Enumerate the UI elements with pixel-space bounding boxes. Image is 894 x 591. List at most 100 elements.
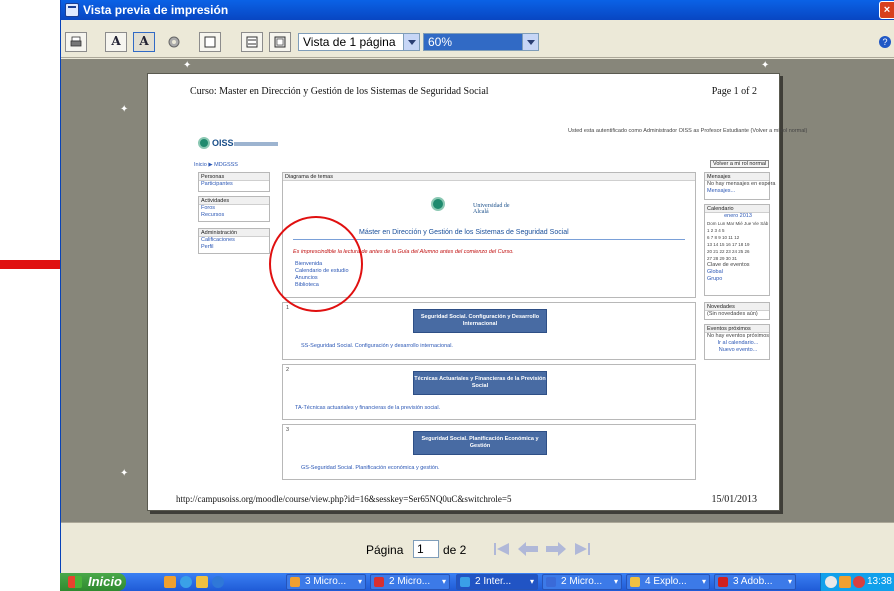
block-novedades: Novedades (Sin novedades aún) — [704, 302, 770, 320]
section-link[interactable]: TA-Técnicas actuariales y financieras de… — [295, 405, 440, 411]
section-number: 3 — [286, 427, 290, 433]
upcoming-link[interactable]: Ir al calendario... — [705, 340, 769, 347]
page-setup-button[interactable] — [163, 32, 185, 52]
chevron-down-icon: ▾ — [441, 577, 446, 586]
powerpoint-icon — [374, 577, 384, 587]
upcoming-link[interactable]: Nuevo evento... — [705, 347, 769, 354]
close-button[interactable]: × — [879, 1, 894, 19]
messenger-icon — [290, 577, 300, 587]
page-number-input[interactable]: 1 — [413, 540, 439, 558]
portrait-icon: A — [111, 34, 121, 48]
security-icon[interactable] — [839, 576, 851, 588]
block-link[interactable]: Foros — [199, 205, 269, 212]
breadcrumb[interactable]: Inicio ▶ MDGSSS — [194, 162, 238, 168]
right-margin-handle[interactable]: ✦ — [761, 61, 769, 71]
block-personas: Personas Participantes — [198, 172, 270, 192]
next-page-icon[interactable] — [545, 541, 567, 557]
block-calendario: Calendario enero 2013 Dom Lun Mar Mié Ju… — [704, 204, 770, 296]
first-page-icon[interactable] — [493, 541, 511, 557]
page-view-button[interactable] — [199, 32, 221, 52]
chevron-down-icon: ▾ — [357, 577, 362, 586]
chevron-down-icon[interactable] — [403, 34, 419, 50]
printer-icon — [70, 36, 82, 47]
gear-icon — [168, 36, 180, 48]
taskbar-group-5[interactable]: 4 Explo... ▾ — [626, 574, 710, 590]
header-footer-icon — [246, 36, 258, 48]
taskbar-group-6[interactable]: 3 Adob... ▾ — [714, 574, 796, 590]
full-width-icon — [274, 36, 286, 48]
calendar-event-global[interactable]: Global — [705, 269, 769, 276]
landscape-button[interactable]: A — [133, 32, 155, 52]
upcoming-text: No hay eventos próximos — [707, 333, 770, 339]
block-title: Administración — [199, 229, 269, 237]
system-tray: 13:38 — [820, 573, 894, 591]
block-eventos: Eventos próximos No hay eventos próximos… — [704, 324, 770, 360]
messenger-icon[interactable] — [164, 576, 176, 588]
news-text: (Sin novedades aún) — [707, 311, 758, 317]
print-button[interactable] — [65, 32, 87, 52]
page-count: de 2 — [443, 543, 467, 557]
clock[interactable]: 13:38 — [867, 576, 892, 587]
task-label: 3 Adob... — [733, 576, 773, 587]
block-link[interactable]: Recursos — [199, 212, 269, 219]
windows-logo-icon — [68, 576, 82, 588]
landscape-icon: A — [139, 34, 149, 48]
start-label: Inicio — [88, 574, 122, 589]
oiss-logo-subtitle — [234, 142, 278, 146]
full-width-button[interactable] — [269, 32, 291, 52]
page-label: Página — [366, 543, 404, 557]
header-footer-button[interactable] — [241, 32, 263, 52]
messages-link[interactable]: Mensajes... — [705, 188, 769, 195]
left-margin-handle[interactable]: ✦ — [183, 61, 191, 71]
section-link[interactable]: GS-Seguridad Social. Planificación econó… — [301, 465, 440, 471]
previous-page-icon[interactable] — [517, 541, 539, 557]
calendar-event-grupo[interactable]: Grupo — [705, 276, 769, 283]
chevron-down-icon[interactable] — [522, 34, 538, 50]
start-button[interactable]: Inicio — [60, 573, 126, 591]
view-mode-select[interactable]: Vista de 1 página — [298, 33, 420, 51]
calendar-month[interactable]: enero 2013 — [705, 213, 769, 220]
view-mode-value: Vista de 1 página — [303, 35, 396, 49]
top-margin-handle[interactable]: ✦ — [120, 105, 128, 115]
course-title: Máster en Dirección y Gestión de los Sis… — [359, 229, 569, 236]
portrait-button[interactable]: A — [105, 32, 127, 52]
last-page-icon[interactable] — [573, 541, 591, 557]
block-link[interactable]: Participantes — [199, 181, 269, 188]
calendar-weekdays: Dom Lun Mar Mié Jue Vie Sáb — [707, 221, 769, 226]
block-link[interactable]: Calificaciones — [199, 237, 269, 244]
bottom-margin-handle[interactable]: ✦ — [120, 469, 128, 479]
block-actividades: Actividades Foros Recursos — [198, 196, 270, 222]
block-title: Personas — [199, 173, 269, 181]
return-role-button[interactable]: Volver a mi rol normal — [710, 160, 770, 168]
taskbar-group-1[interactable]: 3 Micro... ▾ — [286, 574, 366, 590]
section-link[interactable]: SS-Seguridad Social. Configuración y des… — [301, 343, 453, 349]
topic-header: Diagrama de temas — [283, 173, 695, 181]
calendar-row: 13 14 15 16 17 18 19 — [707, 242, 750, 247]
browser-icon[interactable] — [180, 576, 192, 588]
print-preview-window: Vista previa de impresión × A A Vista de… — [60, 0, 894, 573]
calendar-key: Clave de eventos — [707, 262, 750, 268]
block-link[interactable]: Perfil — [199, 244, 269, 251]
zoom-select[interactable]: 60% — [423, 33, 539, 51]
block-title: Eventos próximos — [705, 325, 769, 333]
chevron-down-icon: ▾ — [701, 577, 706, 586]
help-button[interactable]: ? — [879, 36, 891, 48]
toolbar: A A Vista de 1 página 60% ? — [61, 20, 894, 58]
folder-icon[interactable] — [196, 576, 208, 588]
chevron-down-icon: ▾ — [787, 577, 792, 586]
page-header-right: Page 1 of 2 — [711, 86, 757, 97]
section-number: 2 — [286, 367, 290, 373]
title-bar: Vista previa de impresión × — [61, 0, 894, 20]
task-label: 2 Micro... — [561, 576, 603, 587]
chevron-down-icon: ▾ — [613, 577, 618, 586]
alert-icon[interactable] — [853, 576, 865, 588]
taskbar-group-2[interactable]: 2 Micro... ▾ — [370, 574, 450, 590]
internet-explorer-icon[interactable] — [212, 576, 224, 588]
network-icon[interactable] — [825, 576, 837, 588]
task-label: 2 Inter... — [475, 576, 512, 587]
oiss-logo-icon — [431, 197, 445, 211]
taskbar-group-3[interactable]: 2 Inter... ▾ — [456, 574, 538, 590]
calendar-row: 1 2 3 4 5 — [707, 228, 725, 233]
taskbar-group-4[interactable]: 2 Micro... ▾ — [542, 574, 622, 590]
internet-explorer-icon — [460, 577, 470, 587]
